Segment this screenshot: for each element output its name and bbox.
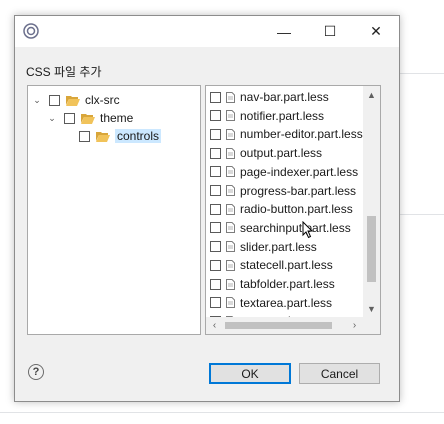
file-icon [226,278,235,290]
scrollbar-corner [363,317,380,334]
file-list-item[interactable]: tabfolder.part.less [210,275,335,293]
scroll-right-icon[interactable]: › [346,317,363,334]
vertical-scroll-thumb[interactable] [367,216,376,282]
minimize-button[interactable]: — [261,16,307,47]
maximize-icon: ☐ [323,23,337,39]
file-checkbox[interactable] [210,91,221,103]
close-button[interactable]: ✕ [353,16,399,47]
title-bar: — ☐ ✕ [15,16,399,47]
file-icon [226,241,235,253]
folder-tree[interactable]: ⌄ clx-src ⌄ theme controls [27,85,201,335]
file-checkbox[interactable] [210,166,221,178]
file-checkbox[interactable] [210,128,221,140]
chevron-down-icon[interactable]: ⌄ [47,113,57,123]
file-list-item[interactable]: radio-button.part.less [210,200,353,218]
file-list-item[interactable]: output.part.less [210,144,322,162]
file-icon [226,222,235,234]
file-checkbox[interactable] [210,241,221,253]
horizontal-scrollbar[interactable]: ‹ › [206,317,363,334]
file-label: textarea.part.less [240,295,333,310]
add-css-file-dialog: — ☐ ✕ CSS 파일 추가 ⌄ clx-src ⌄ theme contro… [14,15,400,402]
file-label: output.part.less [240,146,323,161]
file-icon [226,297,235,309]
cancel-button[interactable]: Cancel [299,363,380,384]
file-icon [226,259,235,271]
file-label: notifier.part.less [240,108,325,123]
file-list-item[interactable]: progress-bar.part.less [210,182,356,200]
file-label: nav-bar.part.less [240,90,329,104]
tree-checkbox[interactable] [49,94,60,106]
file-checkbox[interactable] [210,203,221,215]
file-checkbox[interactable] [210,259,221,271]
file-label: slider.part.less [240,239,317,254]
tree-node-label: theme [100,111,134,125]
file-list-item[interactable]: number-editor.part.less [210,125,363,143]
file-checkbox[interactable] [210,185,221,196]
folder-open-icon [96,131,110,142]
mouse-cursor-icon [302,221,314,239]
dialog-caption: CSS 파일 추가 [26,65,102,79]
file-list-item[interactable]: searchinput.part.less [210,219,351,237]
scroll-up-icon[interactable]: ▲ [363,86,380,103]
file-icon [226,166,235,178]
folder-open-icon [81,113,95,124]
file-list[interactable]: nav-bar.part.less notifier.part.less numbe… [205,85,381,335]
file-label: tabfolder.part.less [240,277,335,291]
background-divider [398,73,444,74]
tree-node-label: controls [115,129,162,143]
tree-checkbox[interactable] [64,112,75,124]
file-icon [226,203,235,215]
maximize-button[interactable]: ☐ [307,16,353,47]
horizontal-scroll-thumb[interactable] [225,322,332,329]
ok-button[interactable]: OK [209,363,291,384]
file-checkbox[interactable] [210,110,221,122]
scroll-left-icon[interactable]: ‹ [206,317,223,334]
file-icon [226,185,235,196]
file-icon [226,128,235,140]
chevron-down-icon[interactable]: ⌄ [32,95,42,105]
tree-node-clx-src[interactable]: ⌄ clx-src [32,91,120,109]
css-file-icon [23,23,39,39]
tree-checkbox[interactable] [79,130,90,142]
file-icon [226,110,235,122]
file-checkbox[interactable] [210,297,221,309]
file-list-item[interactable]: nav-bar.part.less [210,88,329,106]
help-button[interactable]: ? [28,364,44,380]
file-checkbox[interactable] [210,222,221,234]
file-label: progress-bar.part.less [240,183,357,198]
file-list-item[interactable]: page-indexer.part.less [210,163,358,181]
file-label: searchinput.part.less [240,220,351,235]
file-label: radio-button.part.less [240,202,353,217]
close-icon: ✕ [370,23,382,39]
background-divider [0,412,444,413]
scroll-down-icon[interactable]: ▼ [363,300,380,317]
minimize-icon: — [277,23,291,40]
tree-node-controls[interactable]: controls [79,127,162,145]
file-label: number-editor.part.less [240,127,363,142]
file-label: page-indexer.part.less [240,164,359,179]
file-icon [226,147,235,159]
tree-node-label: clx-src [85,93,120,107]
vertical-scrollbar[interactable]: ▲ ▼ [363,86,380,317]
file-list-item[interactable]: notifier.part.less [210,107,324,125]
file-icon [226,91,235,103]
tree-node-theme[interactable]: ⌄ theme [47,109,133,127]
background-divider [398,214,444,215]
file-label: statecell.part.less [240,258,333,273]
file-checkbox[interactable] [210,147,221,159]
folder-open-icon [66,95,80,106]
file-list-item[interactable]: textarea.part.less [210,294,332,312]
file-list-item[interactable]: slider.part.less [210,238,317,256]
file-checkbox[interactable] [210,278,221,290]
file-list-item[interactable]: statecell.part.less [210,256,333,274]
